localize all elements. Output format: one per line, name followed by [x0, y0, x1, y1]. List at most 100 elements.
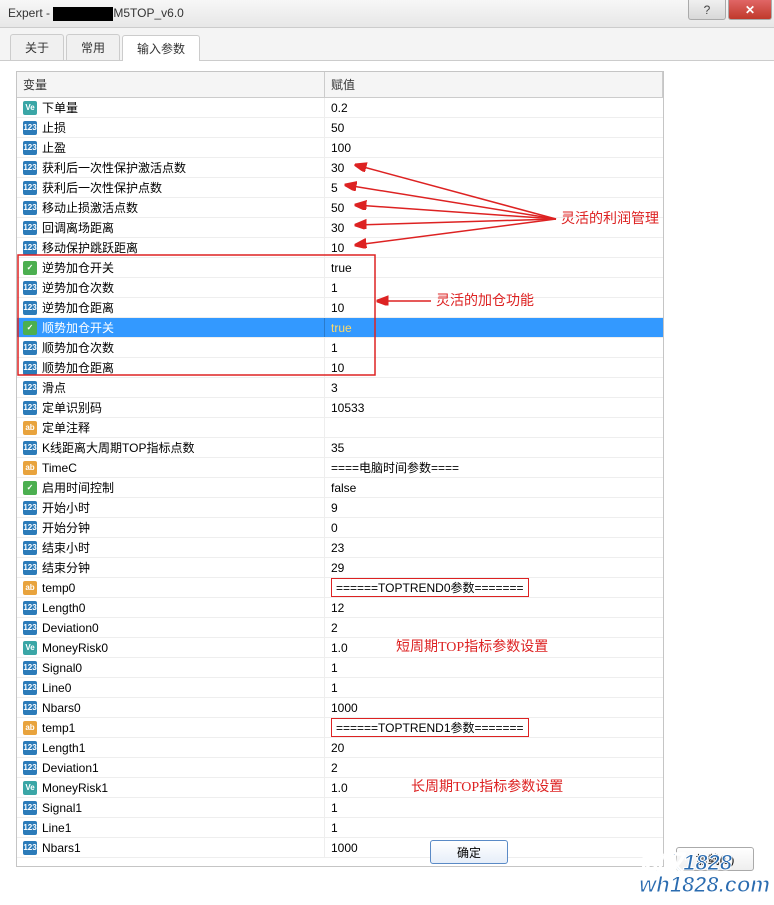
value-cell[interactable]: 10	[325, 358, 663, 377]
title-prefix: Expert -	[8, 6, 53, 20]
table-row[interactable]: abtemp0======TOPTREND0参数=======	[17, 578, 663, 598]
table-row[interactable]: 123定单识别码10533	[17, 398, 663, 418]
table-row[interactable]: 123结束分钟29	[17, 558, 663, 578]
table-row[interactable]: 123开始分钟0	[17, 518, 663, 538]
value-cell[interactable]: 1.0	[325, 638, 663, 657]
table-row[interactable]: 123移动止损激活点数50	[17, 198, 663, 218]
value-cell[interactable]: 1	[325, 278, 663, 297]
value-cell[interactable]: 1.0	[325, 778, 663, 797]
table-row[interactable]: 123止盈100	[17, 138, 663, 158]
watermark: 武汉1828 wh1828.com	[639, 852, 770, 896]
table-row[interactable]: 123止损50	[17, 118, 663, 138]
variable-name: Line1	[42, 821, 71, 835]
help-button[interactable]: ?	[688, 0, 726, 20]
table-row[interactable]: ✓顺势加仓开关true	[17, 318, 663, 338]
column-value[interactable]: 赋值	[325, 72, 663, 97]
table-row[interactable]: 123顺势加仓次数1	[17, 338, 663, 358]
variable-name: 开始分钟	[42, 519, 90, 536]
table-row[interactable]: 123移动保护跳跃距离10	[17, 238, 663, 258]
table-row[interactable]: 123Length120	[17, 738, 663, 758]
table-row[interactable]: 123获利后一次性保护激活点数30	[17, 158, 663, 178]
variable-name: Deviation1	[42, 761, 99, 775]
value-cell[interactable]: ======TOPTREND0参数=======	[325, 578, 663, 597]
variable-cell: 123结束小时	[17, 538, 325, 557]
value-cell[interactable]: 23	[325, 538, 663, 557]
tab-common[interactable]: 常用	[66, 34, 120, 60]
value-cell[interactable]: 2	[325, 618, 663, 637]
value-cell[interactable]: 9	[325, 498, 663, 517]
table-row[interactable]: 123Nbars01000	[17, 698, 663, 718]
value-cell[interactable]: 0	[325, 518, 663, 537]
value-cell[interactable]: ======TOPTREND1参数=======	[325, 718, 663, 737]
table-row[interactable]: 123滑点3	[17, 378, 663, 398]
tab-about[interactable]: 关于	[10, 34, 64, 60]
table-row[interactable]: Ve下单量0.2	[17, 98, 663, 118]
value-cell[interactable]: 35	[325, 438, 663, 457]
value-cell[interactable]: 30	[325, 218, 663, 237]
value-cell[interactable]	[325, 418, 663, 437]
table-row[interactable]: ab TimeC ====电脑时间参数====	[17, 458, 663, 478]
table-row[interactable]: 123逆势加仓距离10	[17, 298, 663, 318]
table-row[interactable]: 123Line01	[17, 678, 663, 698]
table-row[interactable]: abtemp1======TOPTREND1参数=======	[17, 718, 663, 738]
value-cell[interactable]: 1	[325, 658, 663, 677]
value-cell[interactable]: 29	[325, 558, 663, 577]
table-row[interactable]: 123开始小时9	[17, 498, 663, 518]
value-cell[interactable]: 20	[325, 738, 663, 757]
tab-inputs[interactable]: 输入参数	[122, 35, 200, 61]
value-boxed: ======TOPTREND1参数=======	[331, 718, 529, 737]
table-row[interactable]: 123Length012	[17, 598, 663, 618]
table-row[interactable]: VeMoneyRisk01.0	[17, 638, 663, 658]
value-cell[interactable]: 0.2	[325, 98, 663, 117]
variable-name: TimeC	[42, 461, 77, 475]
close-button[interactable]: ✕	[728, 0, 772, 20]
value-cell[interactable]: true	[325, 318, 663, 337]
value-cell[interactable]: 50	[325, 118, 663, 137]
int-type-icon: 123	[23, 621, 37, 635]
parameters-grid[interactable]: 变量 赋值 Ve下单量0.2123止损50123止盈100123获利后一次性保护…	[16, 71, 664, 867]
value-cell[interactable]: 5	[325, 178, 663, 197]
ok-button[interactable]: 确定	[430, 840, 508, 864]
table-row[interactable]: ✓逆势加仓开关true	[17, 258, 663, 278]
table-row[interactable]: 123Signal11	[17, 798, 663, 818]
table-row[interactable]: ✓启用时间控制false	[17, 478, 663, 498]
value-cell[interactable]: 100	[325, 138, 663, 157]
value-cell[interactable]: 1	[325, 678, 663, 697]
str-type-icon: ab	[23, 461, 37, 475]
value-cell[interactable]: true	[325, 258, 663, 277]
table-row[interactable]: 123K线距离大周期TOP指标点数35	[17, 438, 663, 458]
column-variable[interactable]: 变量	[17, 72, 325, 97]
value-cell[interactable]: 30	[325, 158, 663, 177]
table-row[interactable]: 123Signal01	[17, 658, 663, 678]
table-row[interactable]: 123顺势加仓距离10	[17, 358, 663, 378]
table-row[interactable]: 123回调离场距离30	[17, 218, 663, 238]
value-cell[interactable]: 1	[325, 798, 663, 817]
variable-name: 获利后一次性保护激活点数	[42, 159, 186, 176]
variable-name: MoneyRisk0	[42, 641, 108, 655]
variable-cell: 123Deviation0	[17, 618, 325, 637]
value-cell[interactable]: 3	[325, 378, 663, 397]
table-row[interactable]: 123Deviation02	[17, 618, 663, 638]
value-cell[interactable]: 12	[325, 598, 663, 617]
int-type-icon: 123	[23, 501, 37, 515]
value-cell[interactable]: 2	[325, 758, 663, 777]
table-row[interactable]: 123获利后一次性保护点数5	[17, 178, 663, 198]
value-cell[interactable]: 10533	[325, 398, 663, 417]
int-type-icon: 123	[23, 221, 37, 235]
table-row[interactable]: 123逆势加仓次数1	[17, 278, 663, 298]
table-row[interactable]: VeMoneyRisk11.0	[17, 778, 663, 798]
value-cell[interactable]: 1	[325, 338, 663, 357]
value-cell[interactable]: 1000	[325, 698, 663, 717]
variable-cell: ✓顺势加仓开关	[17, 318, 325, 337]
value-cell[interactable]: false	[325, 478, 663, 497]
value-cell[interactable]: 50	[325, 198, 663, 217]
value-cell[interactable]: ====电脑时间参数====	[325, 458, 663, 477]
table-row[interactable]: 123结束小时23	[17, 538, 663, 558]
table-row[interactable]: ab定单注释	[17, 418, 663, 438]
variable-name: 结束分钟	[42, 559, 90, 576]
variable-cell: 123顺势加仓次数	[17, 338, 325, 357]
variable-cell: 123滑点	[17, 378, 325, 397]
value-cell[interactable]: 10	[325, 298, 663, 317]
value-cell[interactable]: 10	[325, 238, 663, 257]
table-row[interactable]: 123Deviation12	[17, 758, 663, 778]
